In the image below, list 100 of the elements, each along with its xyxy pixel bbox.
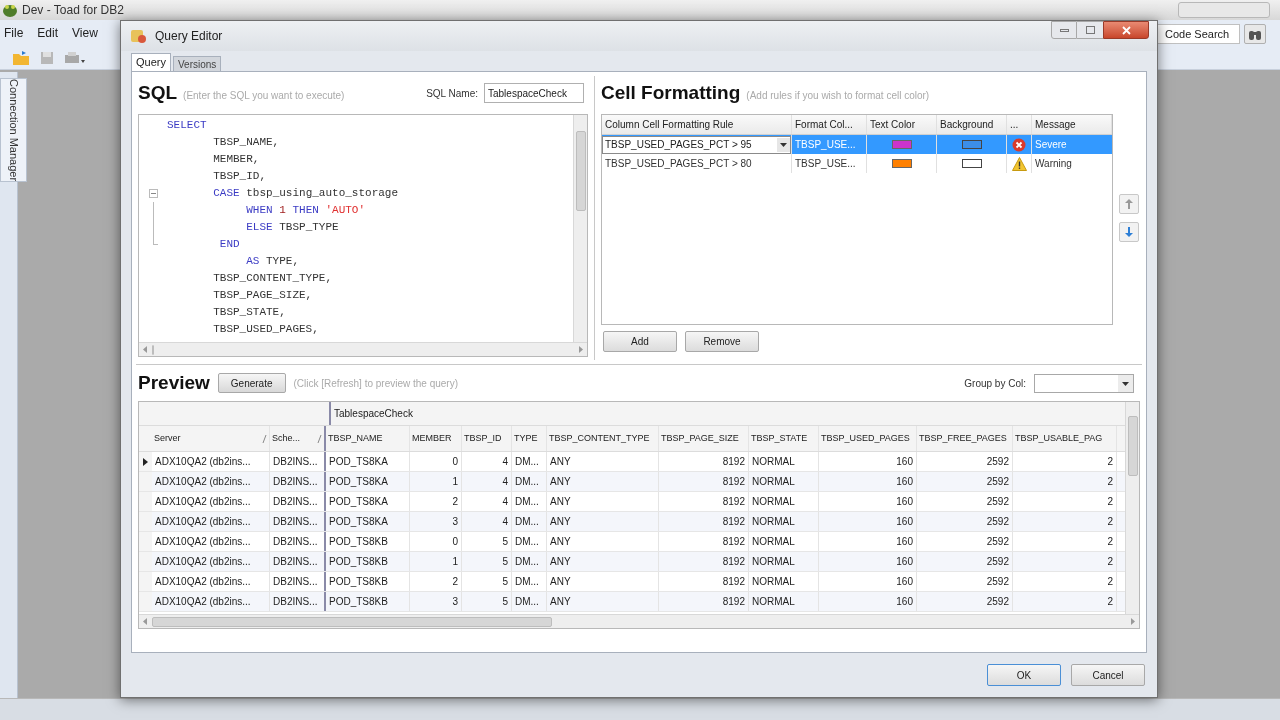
table-cell: NORMAL — [749, 552, 819, 571]
save-icon[interactable] — [40, 50, 54, 65]
horizontal-scrollbar[interactable] — [139, 614, 1139, 628]
column-header[interactable]: Format Col... — [792, 115, 867, 134]
generate-button[interactable]: Generate — [217, 373, 286, 393]
column-header[interactable]: MEMBER — [410, 426, 462, 451]
column-header[interactable]: TBSP_STATE — [749, 426, 819, 451]
text-color-swatch[interactable] — [891, 140, 912, 149]
sql-name-field[interactable]: TablespaceCheck — [484, 83, 584, 103]
code-line: MEMBER, — [212, 152, 260, 167]
table-cell: 5 — [462, 592, 512, 611]
row-indicator[interactable] — [139, 452, 152, 471]
move-down-button[interactable] — [1119, 222, 1139, 242]
code-line: TBSP_NAME, — [212, 135, 280, 150]
column-header[interactable]: TBSP_ID — [462, 426, 512, 451]
column-header[interactable]: Text Color — [867, 115, 937, 134]
group-by-dropdown[interactable] — [1034, 373, 1134, 393]
table-cell: ANY — [547, 472, 659, 491]
table-cell: 160 — [819, 492, 917, 511]
table-cell: 8192 — [659, 472, 749, 491]
sql-heading: SQL — [138, 80, 178, 105]
table-cell: NORMAL — [749, 472, 819, 491]
scroll-left-icon[interactable] — [143, 618, 148, 625]
table-cell: 2 — [1013, 472, 1117, 491]
table-cell: DM... — [512, 572, 547, 591]
horizontal-scrollbar[interactable] — [139, 342, 587, 356]
table-cell: POD_TS8KA — [326, 472, 410, 491]
table-cell: ADX10QA2 (db2ins... — [152, 592, 270, 611]
table-cell: NORMAL — [749, 592, 819, 611]
column-header[interactable]: TBSP_USABLE_PAG — [1013, 426, 1117, 451]
table-cell: 2 — [1013, 532, 1117, 551]
menu-item[interactable]: Edit — [37, 24, 59, 42]
column-header[interactable]: ... — [1007, 115, 1032, 134]
format-column-text: TBSP_USE... — [795, 138, 856, 152]
message-text: Severe — [1035, 138, 1067, 152]
text-color-swatch[interactable] — [891, 159, 912, 168]
dialog-button[interactable]: Cancel — [1071, 664, 1145, 686]
tab[interactable]: Query — [131, 53, 171, 71]
vertical-scrollbar[interactable] — [573, 115, 587, 342]
rule-action-button[interactable]: Add — [603, 331, 677, 352]
code-line: WHEN 1 THEN 'AUTO' — [245, 203, 366, 218]
sql-editor[interactable]: SELECT TBSP_NAME, MEMBER, TBSP_ID, CASE tbsp_using_auto_storage WHEN 1 THEN 'AUTO' ELSE TBSP_TYPE END AS TYPE, TBSP_CONTENT_TYPE, TBSP_PAGE_SIZE, TBSP_STATE, TBSP_USED_PAGES, — [138, 114, 588, 357]
table-cell: ADX10QA2 (db2ins... — [152, 452, 270, 471]
arrow-down-icon — [1125, 227, 1133, 237]
table-cell: DM... — [512, 552, 547, 571]
cell-formatting-hint: (Add rules if you wish to format cell color) — [746, 88, 930, 103]
column-header[interactable]: TBSP_PAGE_SIZE — [659, 426, 749, 451]
table-cell: 2592 — [917, 492, 1013, 511]
table-cell: POD_TS8KA — [326, 492, 410, 511]
scroll-right-icon[interactable] — [1130, 618, 1135, 625]
background-color-swatch[interactable] — [961, 140, 982, 149]
menu-item[interactable]: File — [4, 24, 24, 42]
column-header[interactable]: Background — [937, 115, 1007, 134]
pin-icon[interactable] — [262, 434, 267, 443]
scroll-right-icon[interactable] — [578, 346, 583, 353]
table-cell: 8192 — [659, 552, 749, 571]
column-header[interactable]: Column Cell Formatting Rule — [602, 115, 792, 134]
close-button[interactable] — [1103, 21, 1149, 39]
rule-text: TBSP_USED_PAGES_PCT > 80 — [604, 157, 753, 171]
column-header[interactable]: TBSP_FREE_PAGES — [917, 426, 1013, 451]
table-cell: ADX10QA2 (db2ins... — [152, 472, 270, 491]
column-header[interactable]: Server — [152, 426, 270, 451]
app-window-controls[interactable] — [1178, 2, 1270, 18]
background-color-swatch[interactable] — [961, 159, 982, 168]
rule-dropdown[interactable]: TBSP_USED_PAGES_PCT > 95 — [602, 135, 791, 154]
table-cell: 160 — [819, 512, 917, 531]
column-header[interactable]: Message — [1032, 115, 1112, 134]
table-cell: POD_TS8KB — [326, 552, 410, 571]
maximize-button[interactable] — [1077, 21, 1103, 39]
table-cell: 0 — [410, 452, 462, 471]
sql-hint: (Enter the SQL you want to execute) — [183, 88, 345, 103]
print-icon[interactable] — [64, 50, 86, 65]
rule-action-button[interactable]: Remove — [685, 331, 759, 352]
menu-item[interactable]: View — [72, 24, 98, 42]
table-cell: 8192 — [659, 572, 749, 591]
connection-manager-tab[interactable]: Connection Manager — [0, 78, 27, 183]
column-header[interactable]: TBSP_USED_PAGES — [819, 426, 917, 451]
table-cell: ADX10QA2 (db2ins... — [152, 492, 270, 511]
table-cell: 2 — [1013, 572, 1117, 591]
dialog-button[interactable]: OK — [987, 664, 1061, 686]
table-cell: 8192 — [659, 512, 749, 531]
tab[interactable]: Versions — [172, 56, 222, 71]
move-up-button[interactable] — [1119, 194, 1139, 214]
table-cell: 2592 — [917, 552, 1013, 571]
table-cell: 2592 — [917, 512, 1013, 531]
open-folder-icon[interactable] — [12, 49, 30, 66]
minimize-button[interactable] — [1051, 21, 1077, 39]
column-header[interactable]: TYPE — [512, 426, 547, 451]
code-line: AS TYPE, — [245, 254, 300, 269]
search-button[interactable] — [1244, 24, 1266, 44]
rule-row[interactable]: TBSP_USED_PAGES_PCT > 95 TBSP_USE... Severe — [602, 135, 1112, 154]
scroll-left-icon[interactable] — [143, 346, 148, 353]
code-line: TBSP_CONTENT_TYPE, — [212, 271, 333, 286]
dialog-title: Query Editor — [155, 28, 223, 45]
column-header[interactable]: TBSP_NAME — [326, 426, 410, 451]
pin-icon[interactable] — [317, 434, 322, 443]
message-text: Warning — [1035, 157, 1072, 171]
vertical-scrollbar[interactable] — [1125, 402, 1139, 614]
column-header[interactable]: TBSP_CONTENT_TYPE — [547, 426, 659, 451]
table-cell: 2592 — [917, 592, 1013, 611]
